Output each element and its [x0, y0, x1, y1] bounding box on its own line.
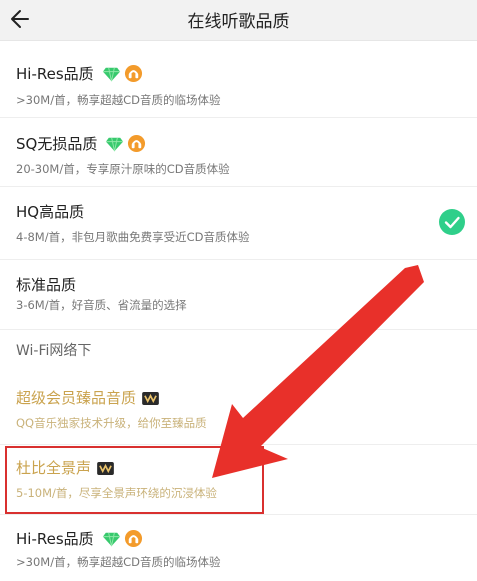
orange-badge-icon	[124, 529, 142, 548]
option-desc: 3-6M/首，好音质、省流量的选择	[16, 298, 187, 312]
quality-option-sq[interactable]: SQ无损品质 20-30M/首，专享原汁原味的CD音质体验	[0, 118, 477, 187]
green-diamond-icon	[102, 532, 120, 547]
option-desc: 4-8M/首，非包月歌曲免费享受近CD音质体验	[16, 230, 250, 244]
option-name: 标准品质	[16, 276, 77, 294]
check-selected-icon	[439, 209, 465, 235]
highlight-box	[5, 446, 264, 514]
option-name: HQ高品质	[16, 203, 85, 221]
option-name: 超级会员臻品音质	[16, 389, 137, 407]
quality-option-super-vip[interactable]: 超级会员臻品音质 QQ音乐独家技术升级，给你至臻品质	[0, 375, 477, 445]
option-desc: QQ音乐独家技术升级，给你至臻品质	[16, 416, 207, 430]
section-label: Wi-Fi网络下	[16, 343, 92, 359]
orange-badge-icon	[124, 64, 142, 83]
green-diamond-icon	[106, 137, 124, 152]
quality-option-hq[interactable]: HQ高品质 4-8M/首，非包月歌曲免费享受近CD音质体验	[0, 187, 477, 260]
option-name: Hi-Res品质	[16, 529, 94, 548]
vip-crown-icon	[142, 391, 159, 405]
quality-option-standard[interactable]: 标准品质 3-6M/首，好音质、省流量的选择	[0, 260, 477, 330]
green-diamond-icon	[102, 67, 120, 82]
page-title: 在线听歌品质	[187, 12, 290, 32]
option-name: SQ无损品质	[16, 134, 98, 153]
option-name: Hi-Res品质	[16, 64, 94, 83]
option-desc: >30M/首，畅享超越CD音质的临场体验	[16, 93, 221, 107]
orange-badge-icon	[128, 134, 146, 153]
quality-option-hires[interactable]: Hi-Res品质 >30M/首，畅享超越CD音质的临场体验	[0, 50, 477, 118]
wifi-section-header: Wi-Fi网络下	[0, 330, 477, 375]
option-desc: >30M/首，畅享超越CD音质的临场体验	[16, 555, 221, 569]
quality-option-hires-wifi[interactable]: Hi-Res品质 >30M/首，畅享超越CD音质的临场体验	[0, 515, 477, 581]
option-desc: 20-30M/首，专享原汁原味的CD音质体验	[16, 162, 230, 176]
header-bar: 在线听歌品质	[0, 0, 477, 41]
